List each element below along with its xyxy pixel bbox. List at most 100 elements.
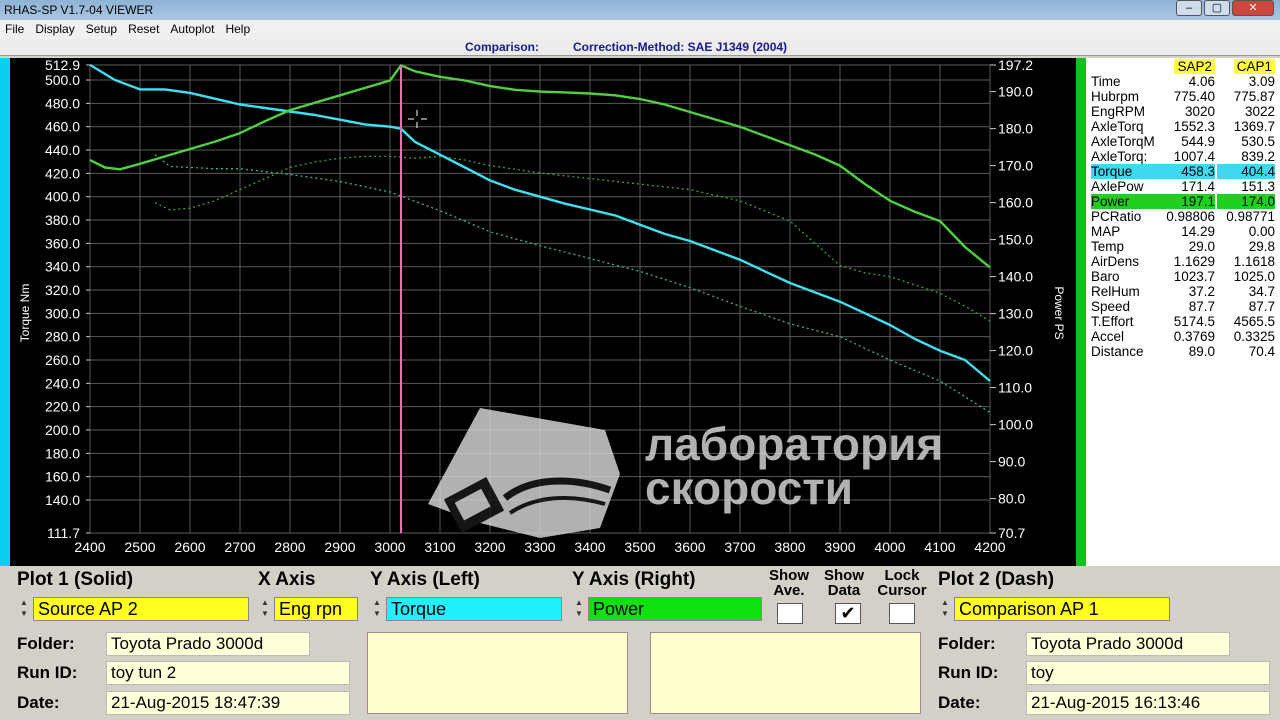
table-row: T.Effort 5174.5 4565.5 bbox=[1086, 314, 1280, 329]
data-table: SAP2 CAP1 Time 4.06 3.09 Hubrpm 775.40 775.87… bbox=[1086, 58, 1280, 566]
table-row: MAP 14.29 0.00 bbox=[1086, 224, 1280, 239]
plot1-source-select[interactable]: Source AP 2 bbox=[33, 597, 249, 621]
title-bar: RHAS-SP V1.7-04 VIEWER – ▢ ✕ bbox=[0, 0, 1280, 20]
menu-help[interactable]: Help bbox=[220, 20, 256, 39]
y-left-tick-label: 480.0 bbox=[45, 95, 80, 111]
menu-setup[interactable]: Setup bbox=[81, 20, 123, 39]
row-value-1: 1.1629 bbox=[1173, 254, 1215, 269]
y-right-tick-label: 190.0 bbox=[998, 84, 1033, 100]
close-button[interactable]: ✕ bbox=[1232, 0, 1274, 16]
y-right-tick-label: 180.0 bbox=[998, 121, 1033, 137]
plot1-notes-box[interactable] bbox=[367, 632, 628, 714]
show-data-checkbox[interactable]: ✔ bbox=[835, 603, 861, 624]
y-left-tick-label: 500.0 bbox=[45, 72, 80, 88]
y-left-tick-label: 320.0 bbox=[45, 282, 80, 298]
plot2-notes-box[interactable] bbox=[650, 632, 921, 714]
chart-header: Comparison: Correction-Method: SAE J1349… bbox=[0, 39, 1280, 56]
row-value-2: 3.09 bbox=[1248, 74, 1275, 89]
row-value-2: 4565.5 bbox=[1233, 314, 1275, 329]
y-right-tick-label: 70.7 bbox=[998, 525, 1025, 541]
menu-display[interactable]: Display bbox=[30, 20, 80, 39]
y-right-tick-label: 170.0 bbox=[998, 158, 1033, 174]
y-right-tick-label: 120.0 bbox=[998, 343, 1033, 359]
plot1-runid-label: Run ID: bbox=[17, 663, 78, 682]
plot2-runid-field[interactable]: toy bbox=[1026, 661, 1270, 685]
plot1-runid-field[interactable]: toy tun 2 bbox=[106, 661, 350, 685]
x-tick-label: 4200 bbox=[974, 539, 1005, 555]
y-right-tick-label: 160.0 bbox=[998, 195, 1033, 211]
xaxis-spinner-icon[interactable]: ▲ ▼ bbox=[258, 597, 272, 621]
table-row: AxleTorq: 1007.4 839.2 bbox=[1086, 149, 1280, 164]
row-value-1: 14.29 bbox=[1181, 224, 1215, 239]
row-value-1: 37.2 bbox=[1188, 284, 1215, 299]
x-tick-label: 3400 bbox=[574, 539, 605, 555]
yleft-select[interactable]: Torque bbox=[386, 597, 562, 621]
row-value-1: 89.0 bbox=[1188, 344, 1215, 359]
crosshair-cursor-icon bbox=[408, 110, 427, 128]
dashed-comparison-power-line bbox=[154, 155, 991, 322]
plot1-folder-label: Folder: bbox=[17, 634, 75, 653]
y-right-tick-label: 197.2 bbox=[998, 58, 1033, 73]
row-value-1: 1007.4 bbox=[1173, 149, 1215, 164]
row-value-2: 0.00 bbox=[1248, 224, 1275, 239]
row-value-2: 1.1618 bbox=[1233, 254, 1275, 269]
minimize-button[interactable]: – bbox=[1176, 0, 1202, 16]
y-right-axis-ticks: 197.2 190.0 180.0 170.0 160.0 150.0 140.0 130.0… bbox=[990, 58, 1033, 541]
x-tick-label: 2900 bbox=[324, 539, 355, 555]
plot2-source-select[interactable]: Comparison AP 1 bbox=[954, 597, 1170, 621]
control-panel: Plot 1 (Solid) X Axis Y Axis (Left) Y Ax… bbox=[0, 566, 1280, 720]
plot1-spinner-icon[interactable]: ▲ ▼ bbox=[17, 597, 31, 621]
yright-spinner-icon[interactable]: ▲ ▼ bbox=[572, 597, 586, 621]
y-left-tick-label: 140.0 bbox=[45, 492, 80, 508]
watermark-logo-icon bbox=[428, 408, 620, 538]
plot2-spinner-icon[interactable]: ▲ ▼ bbox=[938, 597, 952, 621]
y-right-tick-label: 90.0 bbox=[998, 454, 1025, 470]
x-tick-label: 3100 bbox=[424, 539, 455, 555]
row-value-2: 0.3325 bbox=[1233, 329, 1275, 344]
menu-autoplot[interactable]: Autoplot bbox=[165, 20, 220, 39]
row-value-2: 1369.7 bbox=[1233, 119, 1275, 134]
yleft-spinner-icon[interactable]: ▲ ▼ bbox=[370, 597, 384, 621]
show-ave-checkbox[interactable] bbox=[777, 603, 803, 624]
row-value-2: 3022 bbox=[1244, 104, 1275, 119]
y-left-tick-label: 400.0 bbox=[45, 189, 80, 205]
row-value-1: 1552.3 bbox=[1173, 119, 1215, 134]
row-value-2: 775.87 bbox=[1233, 89, 1275, 104]
x-tick-label: 4000 bbox=[874, 539, 905, 555]
y-left-axis-ticks: 512.9500.0 480.0 460.0 440.0 420.0 400.0 380.0… bbox=[45, 58, 90, 541]
x-tick-label: 3800 bbox=[774, 539, 805, 555]
row-value-1: 0.98806 bbox=[1166, 209, 1215, 224]
table-row: RelHum 37.2 34.7 bbox=[1086, 284, 1280, 299]
x-tick-label: 2400 bbox=[74, 539, 105, 555]
plot1-date-field[interactable]: 21-Aug-2015 18:47:39 bbox=[106, 691, 350, 715]
menu-file[interactable]: File bbox=[0, 20, 30, 39]
table-row: Speed 87.7 87.7 bbox=[1086, 299, 1280, 314]
row-value-2: 29.8 bbox=[1248, 239, 1275, 254]
y-left-tick-label: 240.0 bbox=[45, 375, 80, 391]
table-row: Time 4.06 3.09 bbox=[1086, 74, 1280, 89]
lock-cursor-checkbox[interactable] bbox=[889, 603, 915, 624]
row-value-1: 5174.5 bbox=[1173, 314, 1215, 329]
y-left-tick-label: 340.0 bbox=[45, 259, 80, 275]
yleft-header: Y Axis (Left) bbox=[370, 569, 480, 590]
y-left-tick-label: 280.0 bbox=[45, 329, 80, 345]
row-value-2: 70.4 bbox=[1248, 344, 1275, 359]
row-value-2: 151.3 bbox=[1241, 179, 1275, 194]
row-value-2: 0.98771 bbox=[1226, 209, 1275, 224]
maximize-button[interactable]: ▢ bbox=[1204, 0, 1230, 16]
yright-select[interactable]: Power bbox=[588, 597, 762, 621]
plot2-date-label: Date: bbox=[938, 693, 981, 712]
xaxis-header: X Axis bbox=[258, 569, 316, 590]
menu-reset[interactable]: Reset bbox=[123, 20, 165, 39]
yright-header: Y Axis (Right) bbox=[572, 569, 696, 590]
comparison-label: Comparison: bbox=[465, 40, 540, 54]
x-tick-label: 3600 bbox=[674, 539, 705, 555]
xaxis-select[interactable]: Eng rpn bbox=[274, 597, 358, 621]
row-value-2: 87.7 bbox=[1248, 299, 1275, 314]
row-value-2: 404.4 bbox=[1217, 164, 1275, 179]
plot2-folder-field[interactable]: Toyota Prado 3000d bbox=[1026, 632, 1230, 656]
plot2-date-field[interactable]: 21-Aug-2015 16:13:46 bbox=[1026, 691, 1270, 715]
plot2-runid-label: Run ID: bbox=[938, 663, 999, 682]
plot1-folder-field[interactable]: Toyota Prado 3000d bbox=[106, 632, 310, 656]
dyno-chart[interactable]: 2400 2500 2600 2700 2800 2900 3000 3100 3200 3300… bbox=[10, 58, 1076, 566]
